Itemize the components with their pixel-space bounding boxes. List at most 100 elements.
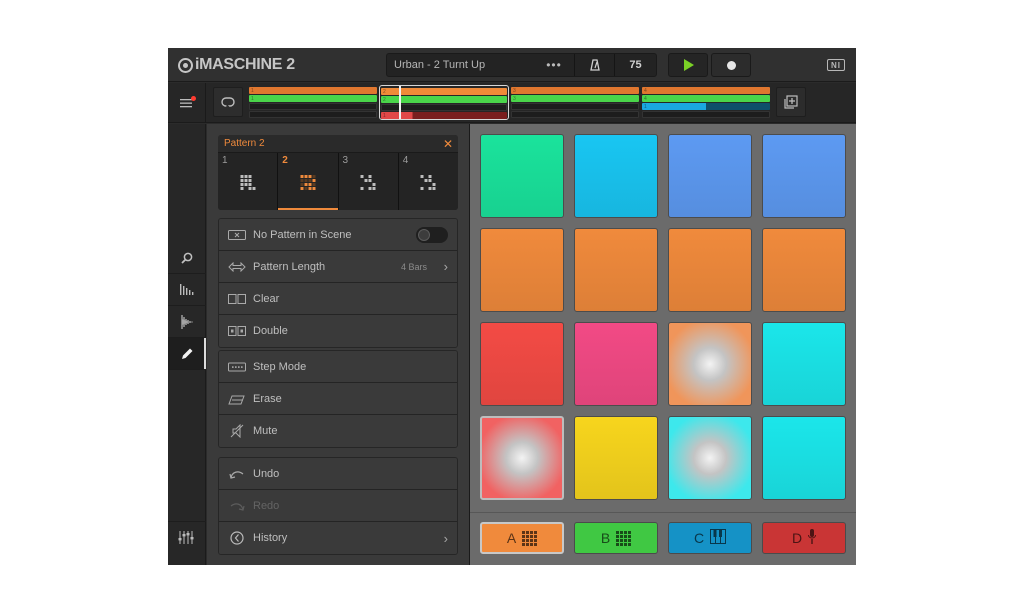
scene-1[interactable]: 11 xyxy=(248,85,378,120)
project-name[interactable]: Urban - 2 Turnt Up xyxy=(387,59,534,71)
pad-10[interactable] xyxy=(574,322,658,406)
pad-4[interactable] xyxy=(762,134,846,218)
pad-11[interactable] xyxy=(668,322,752,406)
scene-bar: 1122133441 xyxy=(168,83,856,123)
bank-d-button[interactable]: D xyxy=(762,522,846,554)
scene-track xyxy=(642,111,770,118)
history-tools-group: Undo Redo History › xyxy=(218,457,458,555)
row-label: Double xyxy=(253,325,288,337)
pattern-slot-4[interactable]: 4 xyxy=(398,153,458,210)
tool-erase[interactable]: Erase xyxy=(219,383,457,415)
row-label: Step Mode xyxy=(253,360,307,373)
nav-browser[interactable] xyxy=(168,242,206,274)
record-icon xyxy=(726,60,736,70)
scene-track: 1 xyxy=(249,87,377,94)
bank-divider xyxy=(470,512,856,513)
row-label: Clear xyxy=(253,292,280,305)
record-button[interactable] xyxy=(711,53,751,77)
row-label: Mute xyxy=(253,425,278,437)
row-label: History xyxy=(253,532,288,544)
scene-track: 1 xyxy=(249,95,377,102)
pad-8[interactable] xyxy=(762,228,846,312)
toggle-knob xyxy=(418,228,430,241)
play-button[interactable] xyxy=(668,53,708,77)
option-double[interactable]: Double xyxy=(219,315,457,347)
pattern-slots: 1 2 3 4 xyxy=(218,153,458,210)
pattern-slot-1[interactable]: 1 xyxy=(218,153,279,210)
app-title: iMASCHINE 2 xyxy=(195,56,295,73)
bank-letter: A xyxy=(506,530,517,546)
scene-track: 4 xyxy=(642,95,770,102)
option-no-pattern-in-scene[interactable]: No Pattern in Scene xyxy=(219,219,457,251)
row-value: 4 Bars xyxy=(400,261,427,272)
bank-c-button[interactable]: C xyxy=(668,522,752,554)
play-icon xyxy=(683,59,694,71)
project-selector[interactable]: Urban - 2 Turnt Up ••• 75 xyxy=(386,53,657,77)
pad-15[interactable] xyxy=(668,416,752,500)
scene-3[interactable]: 33 xyxy=(510,85,640,120)
pattern-selector: Pattern 2 ✕ 1 2 3 4 xyxy=(218,135,458,210)
menu-button[interactable] xyxy=(168,83,206,123)
notification-dot xyxy=(191,96,196,101)
pad-3[interactable] xyxy=(668,134,752,218)
nav-sampler[interactable] xyxy=(168,306,206,338)
more-options-button[interactable]: ••• xyxy=(534,58,574,72)
history-history[interactable]: History › xyxy=(219,522,457,554)
bank-letter: C xyxy=(693,530,705,546)
scene-track: 3 xyxy=(511,87,639,94)
option-clear[interactable]: Clear xyxy=(219,283,457,315)
pattern-slot-number: 4 xyxy=(402,155,409,166)
pad-7[interactable] xyxy=(668,228,752,312)
nav-levels[interactable] xyxy=(168,274,206,306)
app-logo: iMASCHINE 2 xyxy=(178,55,295,75)
scene-track xyxy=(511,103,639,110)
pad-5[interactable] xyxy=(480,228,564,312)
bank-letter: B xyxy=(600,530,611,546)
bank-b-button[interactable]: B xyxy=(574,522,658,554)
nav-mixer[interactable] xyxy=(168,521,206,553)
pad-13[interactable] xyxy=(480,416,564,500)
tempo-display[interactable]: 75 xyxy=(614,54,656,76)
nav-edit[interactable] xyxy=(168,338,206,370)
top-bar: iMASCHINE 2 Urban - 2 Turnt Up ••• 75 NI xyxy=(168,48,856,82)
pad-12[interactable] xyxy=(762,322,846,406)
toggle-switch[interactable] xyxy=(416,226,448,243)
loop-button[interactable] xyxy=(213,87,243,117)
pad-1[interactable] xyxy=(480,134,564,218)
scene-2[interactable]: 221 xyxy=(379,85,509,120)
pattern-slot-number: 3 xyxy=(342,155,349,166)
pad-16[interactable] xyxy=(762,416,846,500)
history-undo[interactable]: Undo xyxy=(219,458,457,490)
pattern-slot-2[interactable]: 2 xyxy=(278,153,339,210)
pattern-thumbnail-icon xyxy=(300,175,316,190)
pad-9[interactable] xyxy=(480,322,564,406)
pattern-slot-number: 1 xyxy=(222,155,228,166)
step-mode-icon xyxy=(228,360,246,374)
add-scene-button[interactable] xyxy=(776,87,806,117)
chevron-right-icon: › xyxy=(443,259,448,274)
pad-14[interactable] xyxy=(574,416,658,500)
pad-6[interactable] xyxy=(574,228,658,312)
pad-2[interactable] xyxy=(574,134,658,218)
bank-a-button[interactable]: A xyxy=(480,522,564,554)
pad-grid-area: A B C D xyxy=(469,124,856,565)
pencil-icon xyxy=(181,348,192,359)
pattern-slot-3[interactable]: 3 xyxy=(338,153,399,210)
metronome-button[interactable] xyxy=(574,54,614,76)
logo-ring-icon xyxy=(178,57,193,73)
pattern-header: Pattern 2 ✕ xyxy=(218,135,458,153)
tool-mute[interactable]: Mute xyxy=(219,415,457,447)
left-navigation xyxy=(168,124,206,565)
row-label: No Pattern in Scene xyxy=(253,228,352,241)
playhead xyxy=(399,86,402,119)
native-instruments-logo[interactable]: NI xyxy=(827,59,845,71)
chevron-right-icon: › xyxy=(443,530,448,546)
scene-track xyxy=(249,103,377,110)
option-pattern-length[interactable]: Pattern Length 4 Bars › xyxy=(219,251,457,283)
pattern-title: Pattern 2 xyxy=(224,138,265,149)
close-icon[interactable]: ✕ xyxy=(443,137,453,151)
row-label: Undo xyxy=(253,467,280,480)
tool-step-mode[interactable]: Step Mode xyxy=(219,351,457,383)
no-pattern-icon xyxy=(228,228,246,242)
scene-4[interactable]: 441 xyxy=(641,85,771,120)
